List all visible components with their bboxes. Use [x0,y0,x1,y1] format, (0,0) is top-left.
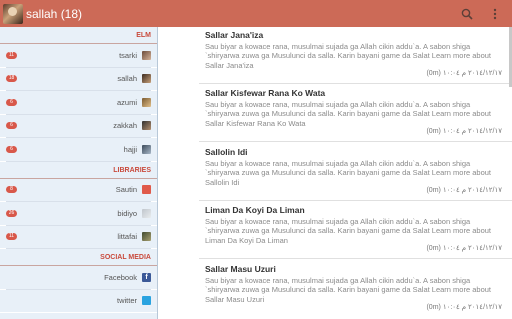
entry-title: Sallar Kisfewar Rana Ko Wata [205,88,326,98]
article-list[interactable]: Sallar Jana'iza Sau biyar a kowace rana,… [159,27,512,319]
section-header-libraries: LIBRARIES [0,162,157,179]
azumi-thumbnail-icon [142,97,151,107]
drawer-item-tsarki[interactable]: 11 tsarki [0,44,157,68]
drawer-item-azumi[interactable]: 6 azumi [0,91,157,115]
entry-date: (0m) ٢٠١٤/١٢/١٧ م ١٠:٠٤ [426,128,502,135]
divider [199,200,512,201]
entry-date: (0m) ٢٠١٤/١٢/١٧ م ١٠:٠٤ [426,245,502,252]
twitter-icon [142,296,151,306]
drawer-item-label: Sautin [115,185,137,195]
drawer-item-hajji[interactable]: 6 hajji [0,138,157,162]
drawer-item-facebook[interactable]: Facebook f [0,266,157,290]
drawer-item-twitter[interactable]: twitter [0,290,157,313]
overflow-menu-icon [493,8,497,19]
page-title: sallah (18) [26,6,83,21]
entry-title: Liman Da Koyi Da Liman [205,205,305,215]
sautin-thumbnail-icon [142,185,151,195]
overflow-menu-button[interactable] [484,3,506,25]
drawer-item-bidiyo[interactable]: 26 bidiyo [0,202,157,226]
navigation-drawer: ELM 11 tsarki 18 sallah 6 azumi 6 zakkah… [0,27,158,319]
drawer-item-sallah[interactable]: 18 sallah [0,68,157,91]
drawer-item-label: twitter [116,296,137,306]
entry-description: Sau biyar a kowace rana, musulmai sujada… [205,100,491,128]
divider [199,83,512,84]
bidiyo-thumbnail-icon [142,208,151,218]
facebook-icon: f [142,272,151,282]
count-badge: 6 [6,122,17,130]
entry-description: Sau biyar a kowace rana, musulmai sujada… [205,276,491,304]
entry-title: Sallolin Idi [205,147,248,157]
app-logo-icon[interactable] [3,3,23,24]
drawer-item-label: bidiyo [117,208,137,218]
drawer-item-label: sallah [117,74,137,84]
drawer-item-littafai[interactable]: 11 littafai [0,226,157,249]
tsarki-thumbnail-icon [142,50,151,60]
drawer-item-label: zakkah [113,121,137,131]
action-bar: sallah (18) [0,0,512,27]
drawer-item-sautin[interactable]: 8 Sautin [0,179,157,202]
count-badge: 18 [6,75,17,83]
entry-description: Sau biyar a kowace rana, musulmai sujada… [205,159,491,187]
divider [199,141,512,142]
drawer-item-label: Facebook [104,272,137,282]
divider [199,258,512,259]
zakkah-thumbnail-icon [142,121,151,131]
sallah-thumbnail-icon [142,74,151,84]
entry-title: Sallar Jana'iza [205,30,264,40]
count-badge: 6 [6,98,17,106]
count-badge: 6 [6,145,17,153]
drawer-item-zakkah[interactable]: 6 zakkah [0,115,157,138]
count-badge: 8 [6,186,17,194]
count-badge: 26 [6,209,17,217]
count-badge: 11 [6,51,17,59]
entry-date: (0m) ٢٠١٤/١٢/١٧ م ١٠:٠٤ [426,70,502,77]
entry-date: (0m) ٢٠١٤/١٢/١٧ م ١٠:٠٤ [426,304,502,311]
hajji-thumbnail-icon [142,144,151,154]
section-header-elm: ELM [0,27,157,44]
entry-description: Sau biyar a kowace rana, musulmai sujada… [205,217,491,245]
drawer-item-label: hajji [123,144,137,154]
entry-date: (0m) ٢٠١٤/١٢/١٧ م ١٠:٠٤ [426,187,502,194]
entry-title: Sallar Masu Uzuri [205,264,276,274]
section-header-social-media: SOCIAL MEDIA [0,249,157,266]
search-button[interactable] [456,3,478,25]
entry-description: Sau biyar a kowace rana, musulmai sujada… [205,42,491,70]
drawer-item-label: littafai [117,232,137,242]
drawer-item-label: azumi [116,97,137,107]
count-badge: 11 [6,233,17,241]
search-icon [461,8,473,20]
littafai-thumbnail-icon [142,232,151,242]
drawer-item-label: tsarki [119,50,137,60]
